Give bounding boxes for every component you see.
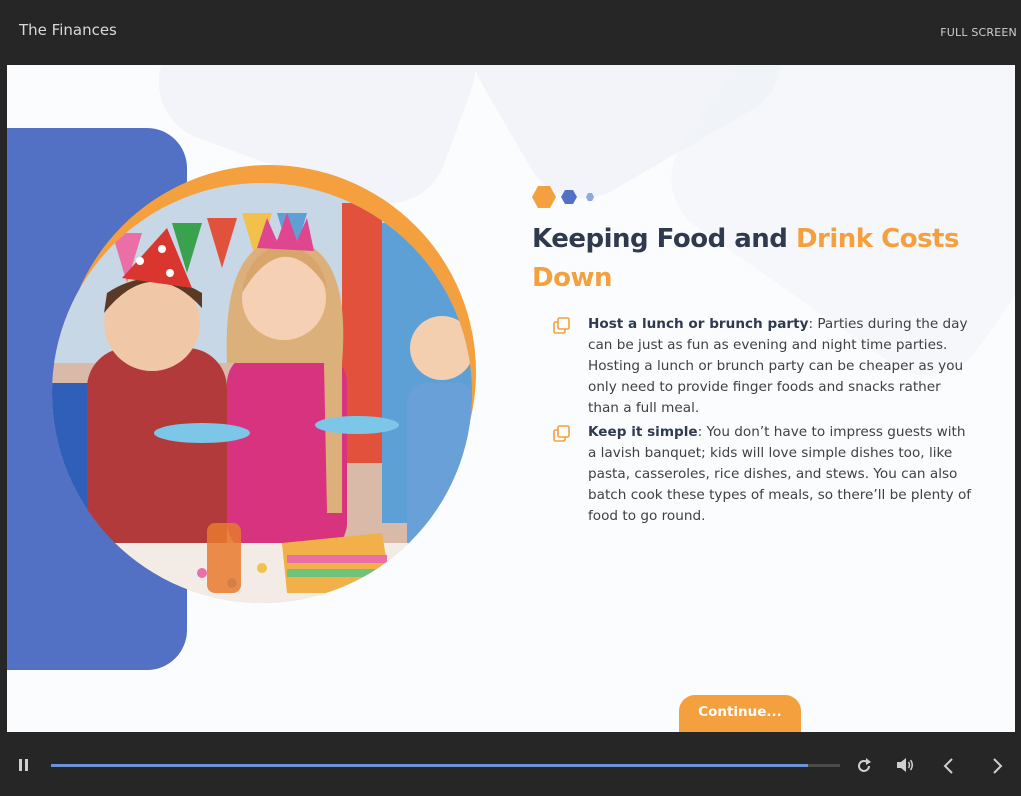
list-item: Host a lunch or brunch party: Parties du… xyxy=(553,314,973,419)
heading-text: Keeping Food and xyxy=(532,224,796,254)
course-title: The Finances xyxy=(19,21,117,39)
player-topbar: The Finances FULL SCREEN xyxy=(0,0,1021,65)
party-photo xyxy=(52,183,472,603)
volume-icon[interactable] xyxy=(895,756,915,778)
bullet-list: Host a lunch or brunch party: Parties du… xyxy=(553,314,973,530)
pause-icon[interactable] xyxy=(17,757,31,777)
fullscreen-button[interactable]: FULL SCREEN xyxy=(940,26,1017,39)
copy-squares-icon xyxy=(553,317,571,342)
slide-canvas: Keeping Food and Drink Costs Down Host a… xyxy=(7,65,1015,732)
decor-hexagons xyxy=(532,185,607,209)
replay-icon[interactable] xyxy=(855,757,873,779)
copy-squares-icon xyxy=(553,425,571,450)
bullet-title: Host a lunch or brunch party xyxy=(588,316,809,332)
chevron-left-icon[interactable] xyxy=(941,757,957,779)
chevron-right-icon[interactable] xyxy=(989,757,1005,779)
progress-fill xyxy=(51,764,809,767)
list-item: Keep it simple: You don’t have to impres… xyxy=(553,422,973,527)
continue-button[interactable]: Continue... xyxy=(679,695,801,732)
bullet-title: Keep it simple xyxy=(588,424,698,440)
player-controls xyxy=(0,732,1021,796)
slide-heading: Keeping Food and Drink Costs Down xyxy=(532,220,972,298)
progress-bar[interactable] xyxy=(51,764,840,767)
